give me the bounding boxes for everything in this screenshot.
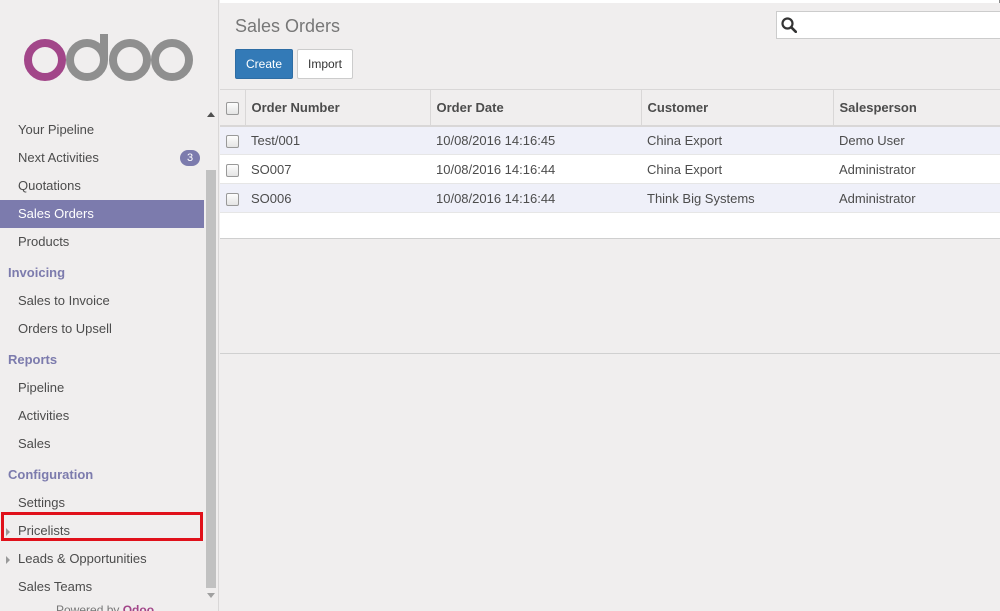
empty-cell (245, 212, 430, 239)
empty-cell (833, 212, 1000, 239)
sidebar-item-settings[interactable]: Settings (0, 489, 204, 517)
powered-by-prefix: Powered by (56, 603, 120, 611)
search-input[interactable] (776, 11, 1000, 39)
column-header-order-number[interactable]: Order Number (244, 89, 430, 127)
main-content: Sales Orders Create Import Order Number (220, 0, 1000, 611)
select-all-checkbox[interactable] (226, 101, 239, 115)
cell-order-date: 10/08/2016 14:16:44 (430, 183, 641, 213)
cell-order-date: 10/08/2016 14:16:45 (430, 125, 641, 155)
row-select-cell (220, 183, 245, 213)
search-icon (781, 17, 797, 33)
caret-right-icon[interactable] (6, 528, 10, 536)
column-header-salesperson[interactable]: Salesperson (832, 89, 1000, 127)
cell-salesperson: Administrator (833, 154, 1000, 184)
cell-order-number: SO006 (245, 183, 430, 213)
column-header-order-date[interactable]: Order Date (429, 89, 641, 127)
sidebar-item-label: Quotations (18, 178, 81, 193)
sidebar-item-label: Orders to Upsell (18, 321, 112, 336)
count-badge: 3 (180, 150, 200, 166)
row-checkbox[interactable] (226, 134, 239, 148)
sidebar-item-label: Activities (18, 408, 70, 423)
row-select-cell (220, 154, 245, 184)
sidebar-item-label: Sales Teams (18, 579, 93, 594)
sales-orders-table: Order Number Order Date Customer Salespe… (220, 89, 1000, 239)
sidebar-item-label: Sales (18, 436, 51, 451)
empty-cell (220, 212, 245, 239)
empty-cell (430, 212, 641, 239)
control-panel: Sales Orders Create Import (220, 0, 1000, 89)
page-title: Sales Orders (235, 16, 341, 36)
sidebar-item-next-activities[interactable]: Next Activities 3 (0, 144, 204, 172)
create-button[interactable]: Create (235, 49, 293, 79)
sidebar: Your Pipeline Next Activities 3 Quotations S… (0, 0, 219, 611)
sidebar-item-your-pipeline[interactable]: Your Pipeline (0, 116, 204, 144)
sidebar-item-quotations[interactable]: Quotations (0, 172, 204, 200)
cell-salesperson: Administrator (833, 183, 1000, 213)
sidebar-item-label: Products (18, 234, 70, 249)
sidebar-item-activities[interactable]: Activities (0, 402, 204, 430)
cell-customer: China Export (641, 154, 833, 184)
sidebar-item-sales-teams[interactable]: Sales Teams (0, 573, 204, 601)
sidebar-item-label: Leads & Opportunities (18, 551, 147, 566)
table-row[interactable]: SO006 10/08/2016 14:16:44 Think Big System… (220, 183, 1000, 213)
sidebar-item-leads-and-opportunities[interactable]: Leads & Opportunities (0, 545, 204, 573)
sidebar-section-reports: Reports (8, 352, 58, 367)
sidebar-item-label: Next Activities (18, 150, 99, 165)
cell-order-date: 10/08/2016 14:16:44 (430, 154, 641, 184)
arrow-up-icon[interactable] (207, 112, 215, 117)
sidebar-item-label: Sales to Invoice (18, 293, 110, 308)
sidebar-item-sales-to-invoice[interactable]: Sales to Invoice (0, 287, 204, 315)
table-row[interactable]: SO007 10/08/2016 14:16:44 China Export Admi… (220, 154, 1000, 184)
caret-right-icon[interactable] (6, 556, 10, 564)
list-footer-divider (220, 353, 1000, 354)
cell-customer: China Export (641, 125, 833, 155)
cell-customer: Think Big Systems (641, 183, 833, 213)
arrow-down-icon[interactable] (207, 593, 215, 598)
empty-cell (641, 212, 833, 239)
sidebar-item-pricelists[interactable]: Pricelists (0, 517, 204, 545)
row-select-cell (220, 125, 245, 155)
sidebar-menu: Your Pipeline Next Activities 3 Quotations S… (0, 116, 204, 601)
sidebar-item-sales-orders[interactable]: Sales Orders (0, 200, 204, 228)
row-checkbox[interactable] (226, 192, 239, 206)
sidebar-section-configuration: Configuration (8, 467, 94, 482)
row-checkbox[interactable] (226, 163, 239, 177)
sidebar-item-label: Your Pipeline (18, 122, 95, 137)
powered-by: Powered by Odoo (56, 603, 154, 611)
cell-order-number: Test/001 (245, 125, 430, 155)
sidebar-item-label: Sales Orders (18, 206, 94, 221)
table-body: Test/001 10/08/2016 14:16:45 China Export D… (220, 125, 1000, 239)
odoo-logo[interactable] (24, 30, 194, 86)
sidebar-scrollbar[interactable] (204, 108, 218, 604)
sidebar-section-invoicing: Invoicing (8, 265, 66, 280)
column-header-customer[interactable]: Customer (640, 89, 833, 127)
select-all-cell (220, 89, 245, 127)
import-button[interactable]: Import (297, 49, 353, 79)
sidebar-item-products[interactable]: Products (0, 228, 204, 256)
sidebar-item-pipeline[interactable]: Pipeline (0, 374, 204, 402)
sidebar-scrollbar-thumb[interactable] (206, 170, 216, 588)
table-row[interactable]: Test/001 10/08/2016 14:16:45 China Export D… (220, 125, 1000, 155)
sales-orders-list: Order Number Order Date Customer Salespe… (220, 89, 1000, 354)
cell-order-number: SO007 (245, 154, 430, 184)
powered-by-brand-link[interactable]: Odoo (123, 603, 154, 611)
sidebar-item-label: Settings (18, 495, 65, 510)
sidebar-item-sales[interactable]: Sales (0, 430, 204, 458)
table-header-row: Order Number Order Date Customer Salespe… (220, 89, 1000, 127)
table-empty-row (220, 212, 1000, 239)
sidebar-item-label: Pricelists (18, 523, 71, 538)
cell-salesperson: Demo User (833, 125, 1000, 155)
sidebar-item-orders-to-upsell[interactable]: Orders to Upsell (0, 315, 204, 343)
sidebar-item-label: Pipeline (18, 380, 65, 395)
